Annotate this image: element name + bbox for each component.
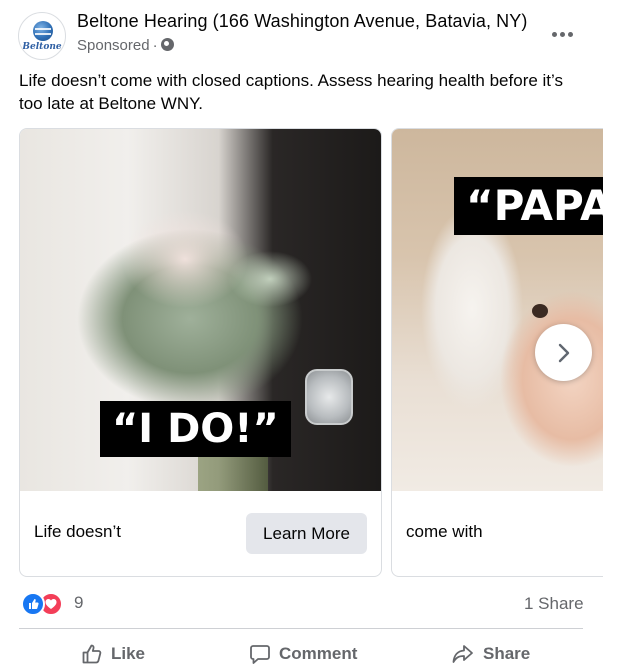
post-actions: Like Comment Share (19, 629, 583, 670)
carousel-next-button[interactable] (535, 324, 592, 381)
bouquet-image[interactable]: “I DO!” (20, 129, 381, 491)
page-avatar[interactable]: Beltone (18, 12, 66, 60)
thumbs-up-icon (82, 644, 102, 664)
more-dot (567, 31, 573, 37)
post-text: Life doesn’t come with closed captions. … (19, 71, 563, 113)
more-dot (551, 31, 557, 37)
globe-icon[interactable] (160, 38, 174, 51)
carousel-card[interactable]: “I DO!” Life doesn’t Learn More (19, 128, 382, 577)
more-options-icon[interactable] (548, 20, 576, 48)
more-dot (559, 31, 565, 37)
comment-button[interactable]: Comment (249, 637, 357, 671)
card-label[interactable]: come with (406, 522, 483, 542)
chevron-right-icon (558, 343, 569, 362)
ad-carousel: “I DO!” Life doesn’t Learn More “PAPA co… (19, 128, 603, 580)
sponsored-meta: Sponsored · (77, 37, 174, 54)
beltone-logo-icon (33, 21, 53, 41)
card-label[interactable]: Life doesn’t (34, 522, 121, 542)
comment-icon (250, 645, 270, 664)
share-button[interactable]: Share (451, 637, 530, 671)
meta-separator: · (152, 37, 158, 54)
comment-label: Comment (279, 644, 358, 663)
avatar-logo-text: Beltone (22, 42, 62, 52)
post-header: Beltone Beltone Hearing (166 Washington … (0, 0, 622, 66)
like-button[interactable]: Like (81, 637, 145, 671)
wristwatch (305, 369, 353, 425)
learn-more-button[interactable]: Learn More (246, 513, 367, 554)
image-caption: “I DO!” (100, 401, 291, 457)
like-reaction-icon (21, 592, 45, 616)
share-icon (452, 645, 473, 663)
reaction-count: 9 (74, 593, 84, 612)
baby-image[interactable]: “PAPA (392, 129, 603, 491)
page-name-link[interactable]: Beltone Hearing (166 Washington Avenue, … (77, 11, 527, 32)
image-caption: “PAPA (454, 177, 603, 235)
card-footer: come with (392, 491, 603, 576)
card-footer: Life doesn’t Learn More (20, 491, 381, 576)
sponsored-label[interactable]: Sponsored (77, 37, 150, 54)
like-label: Like (111, 644, 146, 663)
share-count[interactable]: 1 Share (524, 594, 584, 614)
share-label: Share (483, 644, 531, 663)
